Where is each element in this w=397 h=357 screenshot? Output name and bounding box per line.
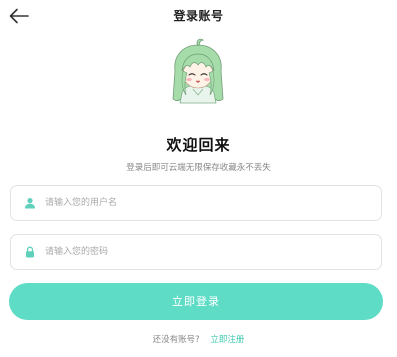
username-field[interactable] <box>10 185 382 221</box>
login-page: 登录账号 欢迎回来 登录后即可云端无限保存收藏永不丢失 请输入您的用户名 立即登… <box>0 0 397 357</box>
password-input[interactable] <box>45 235 365 269</box>
page-title: 登录账号 <box>173 9 224 23</box>
register-prompt: 还没有账号? <box>152 335 200 345</box>
password-field[interactable] <box>10 234 382 270</box>
lock-icon <box>26 246 34 258</box>
welcome-subtitle: 登录后即可云端无限保存收藏永不丢失 <box>126 163 271 173</box>
user-icon <box>25 198 35 209</box>
register-link[interactable]: 立即注册 <box>210 335 244 345</box>
top-bar: 登录账号 <box>0 0 397 30</box>
welcome-title: 欢迎回来 <box>166 136 231 154</box>
register-row: 还没有账号? 立即注册 <box>0 333 397 345</box>
username-input[interactable] <box>45 186 365 220</box>
login-button[interactable]: 立即登录 <box>9 283 383 320</box>
mascot-avatar <box>172 38 224 104</box>
